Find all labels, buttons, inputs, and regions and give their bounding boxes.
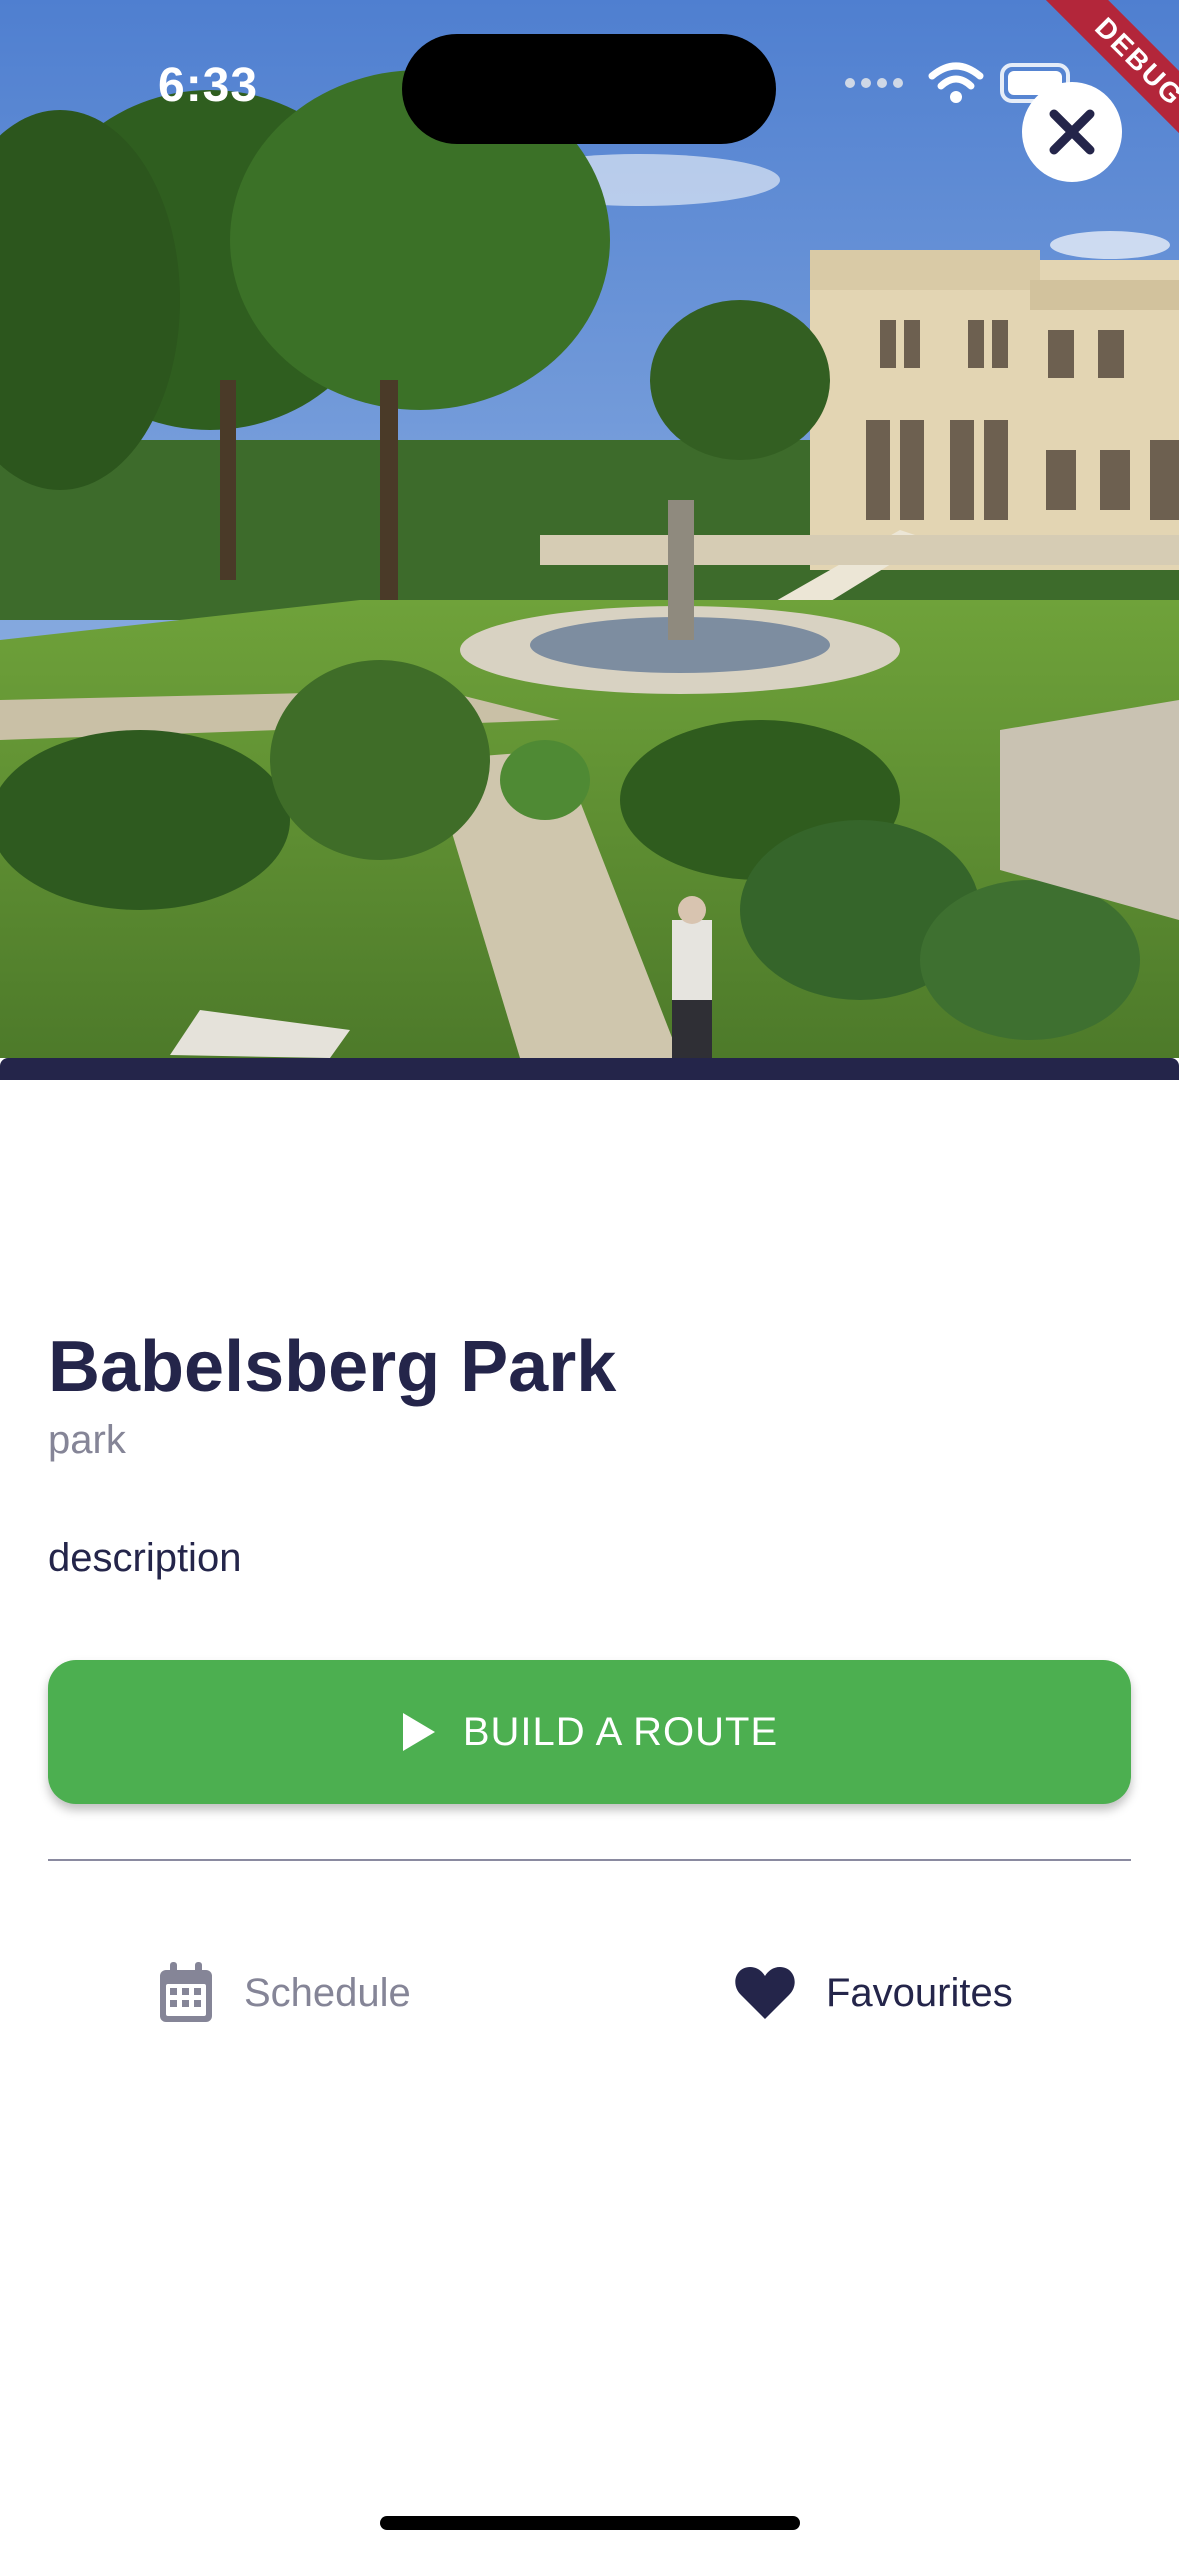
heart-icon [735, 1967, 795, 2019]
hero-bottom-bar [0, 1058, 1179, 1080]
status-time: 6:33 [158, 59, 259, 112]
signal-icon [845, 78, 903, 88]
play-icon [402, 1713, 435, 1751]
build-route-label: BUILD A ROUTE [462, 1709, 779, 1754]
favourites-button[interactable]: Favourites [734, 1958, 1013, 2028]
close-button[interactable] [1022, 82, 1122, 182]
wifi-icon [928, 62, 984, 103]
description-label: description [48, 1536, 242, 1580]
calendar-icon [160, 1962, 212, 2022]
place-title: Babelsberg Park [48, 1327, 617, 1407]
favourites-label: Favourites [826, 1970, 1013, 2015]
schedule-label: Schedule [244, 1970, 411, 2015]
home-indicator[interactable] [380, 2516, 800, 2530]
close-icon [1049, 109, 1095, 155]
build-route-button[interactable]: BUILD A ROUTE [48, 1660, 1131, 1804]
dynamic-island [402, 34, 776, 144]
schedule-button[interactable]: Schedule [158, 1958, 411, 2028]
place-category: park [48, 1418, 126, 1462]
divider [48, 1859, 1131, 1861]
